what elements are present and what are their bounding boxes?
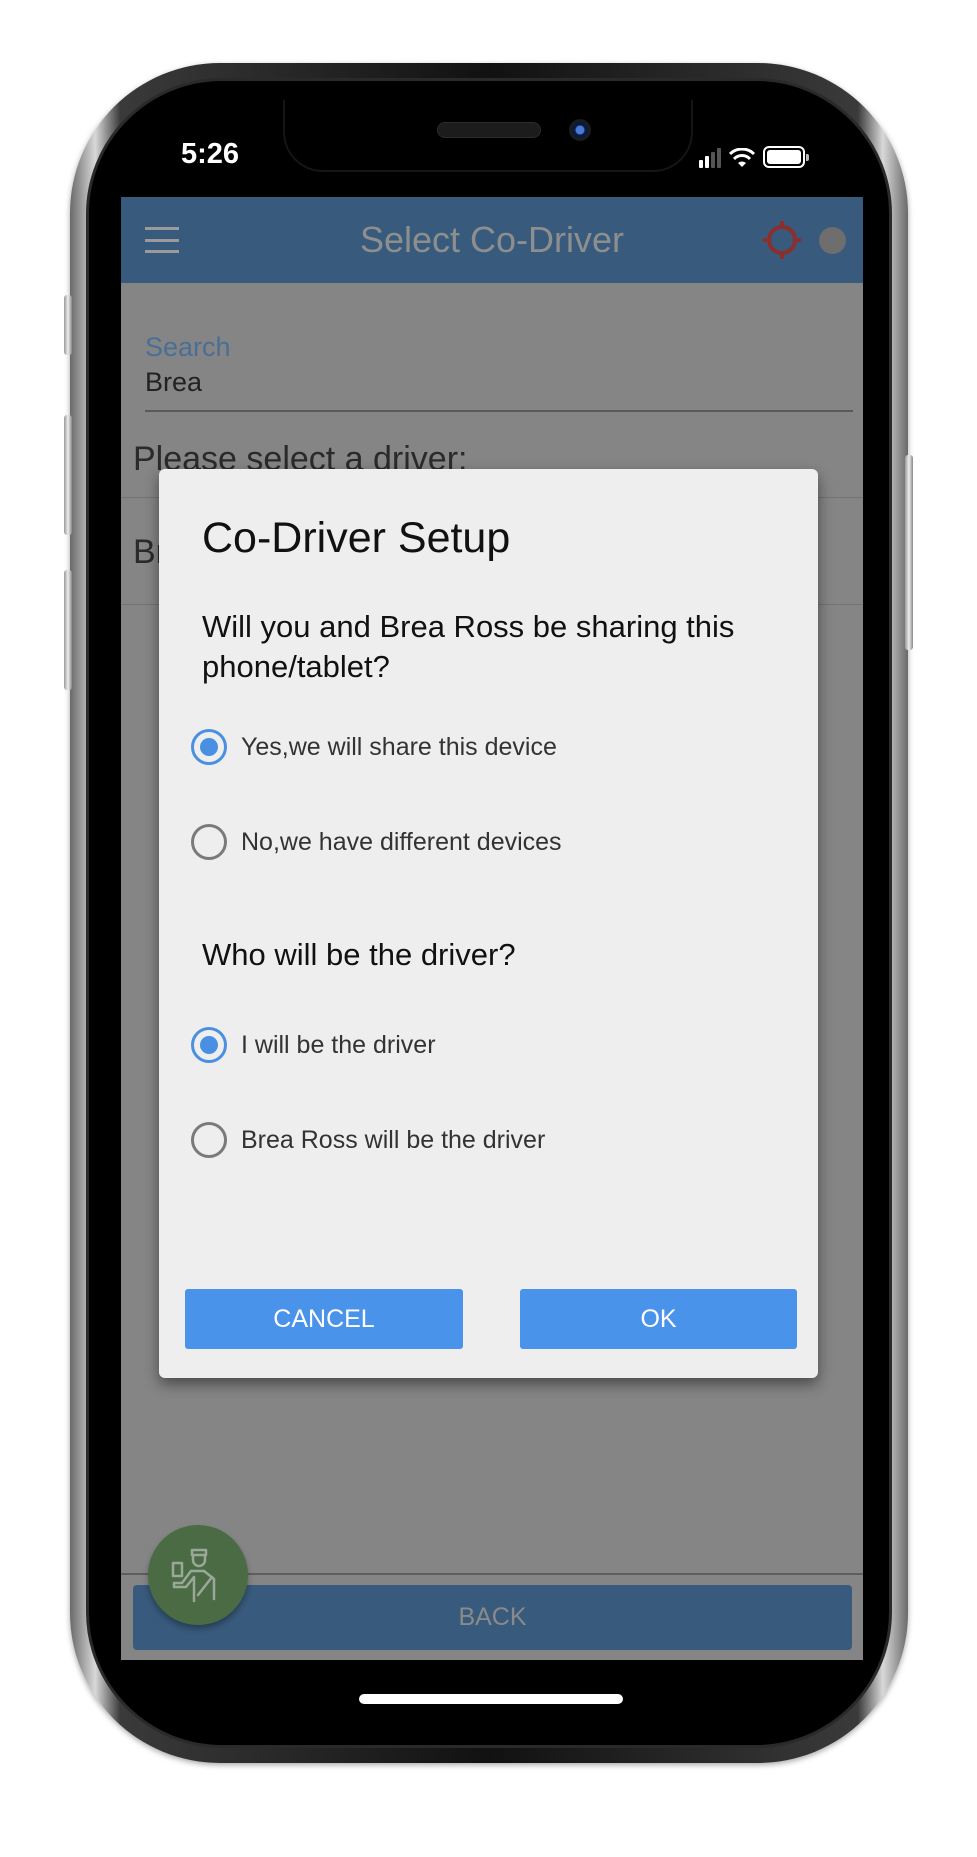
ok-button[interactable]: OK [520,1289,797,1349]
driver-question: Who will be the driver? [202,937,516,972]
cancel-button[interactable]: CANCEL [185,1289,463,1349]
radio-button-unchecked[interactable] [191,1122,227,1158]
driver-person-icon [171,1548,216,1603]
radio-label: Brea Ross will be the driver [241,1125,546,1154]
driver-fab-button[interactable] [148,1525,248,1625]
share-device-question: Will you and Brea Ross be sharing this p… [202,609,735,684]
home-indicator[interactable] [359,1694,623,1704]
connection-status-dot [819,227,846,254]
app-bar: Select Co-Driver [121,197,863,283]
front-camera [569,119,591,141]
power-button [905,455,913,650]
wifi-icon [729,148,755,167]
dialog-title: Co-Driver Setup [202,514,511,562]
search-input[interactable]: Brea [145,367,202,398]
earpiece-speaker [437,122,541,138]
radio-label: No,we have different devices [241,827,562,856]
radio-driver-me[interactable]: I will be the driver [191,1027,436,1063]
cellular-signal-icon [699,148,721,168]
battery-icon [763,146,809,168]
radio-button-checked[interactable] [191,1027,227,1063]
radio-label: I will be the driver [241,1030,436,1059]
status-time: 5:26 [181,138,240,170]
radio-driver-codriver[interactable]: Brea Ross will be the driver [191,1122,545,1158]
search-label: Search [145,332,231,362]
radio-label: Yes,we will share this device [241,732,557,761]
gps-crosshair-icon[interactable] [761,219,803,261]
radio-button-unchecked[interactable] [191,824,227,860]
volume-down-button [64,570,72,690]
radio-button-checked[interactable] [191,729,227,765]
volume-up-button [64,415,72,535]
search-underline [145,410,853,412]
mute-switch [64,295,72,355]
radio-share-yes[interactable]: Yes,we will share this device [191,729,557,765]
radio-share-no[interactable]: No,we have different devices [191,824,562,860]
status-icons [699,142,809,168]
co-driver-setup-dialog: Co-Driver Setup Will you and Brea Ross b… [159,469,818,1378]
page-title: Select Co-Driver [359,219,625,260]
